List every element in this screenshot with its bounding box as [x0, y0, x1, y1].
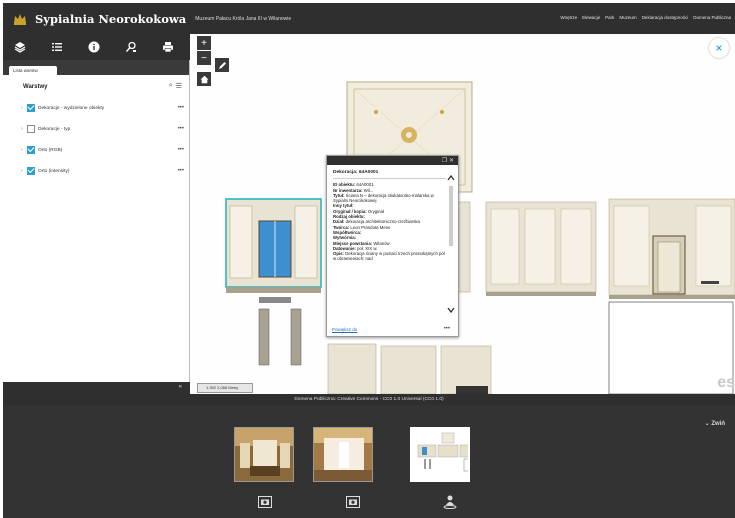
- app-header: Sypialnia Neorokokowa Muzeum Pałacu Król…: [3, 3, 735, 34]
- elevation-plan-image: [417, 432, 468, 472]
- layer-list-panel: Lista warstw Warstwy ⌕ ☰ › Dekoracje - w…: [3, 60, 190, 382]
- layers-icon: [14, 42, 26, 53]
- bottom-gallery-panel: ⌄ Zwiń: [3, 405, 735, 518]
- layers-button[interactable]: [10, 37, 30, 57]
- more-options-icon[interactable]: •••: [178, 168, 184, 174]
- layer-checkbox[interactable]: [27, 146, 35, 154]
- app-subtitle: Muzeum Pałacu Króla Jana III w Wilanowie: [195, 15, 292, 22]
- camera-icon: [346, 496, 360, 508]
- draw-button[interactable]: [215, 58, 229, 72]
- layer-label: Orto (intensity): [38, 168, 70, 174]
- layer-label: Dekoracje - wydzielone obiekty: [38, 105, 105, 111]
- home-button[interactable]: [197, 72, 211, 86]
- nav-link-wnetrze[interactable]: Wnętrze: [560, 15, 577, 20]
- pencil-icon: [218, 61, 226, 69]
- more-options-icon[interactable]: •••: [178, 105, 184, 111]
- print-icon: [163, 42, 173, 53]
- photo-button[interactable]: [258, 495, 272, 508]
- photo-thumbnail[interactable]: [234, 427, 294, 482]
- nav-link-park[interactable]: Park: [605, 15, 614, 20]
- about-button[interactable]: [84, 37, 104, 57]
- home-icon: [200, 75, 208, 83]
- crown-logo-icon: [14, 13, 26, 25]
- nav-link-deklaracja[interactable]: Deklaracja dostępności: [642, 15, 689, 20]
- popup-title: Dekoracja: 64A0001: [333, 170, 446, 180]
- popup-content: Dekoracja: 64A0001 ID obiektu: 64A0001 N…: [327, 165, 458, 327]
- layer-item[interactable]: › Orto (RGB) •••: [21, 145, 186, 155]
- layer-item[interactable]: › Dekoracje - wydzielone obiekty •••: [21, 103, 186, 113]
- layer-label: Dekoracje - typ: [38, 126, 71, 132]
- camera-icon: [258, 496, 272, 508]
- popup-scrollbar[interactable]: [446, 174, 456, 314]
- layer-checkbox[interactable]: [27, 167, 35, 175]
- person-location-icon: [443, 495, 457, 509]
- tab-layer-list[interactable]: Lista warstw: [9, 66, 57, 75]
- zoom-in-button[interactable]: +: [197, 36, 211, 50]
- layer-checkbox[interactable]: [27, 125, 35, 133]
- print-button[interactable]: [158, 37, 178, 57]
- elevation-thumbnail-selected[interactable]: [410, 427, 470, 482]
- filter-icon[interactable]: ☰: [176, 82, 182, 90]
- popup-dock-close-icons[interactable]: ❐ ✕: [442, 157, 454, 164]
- layer-checkbox[interactable]: [27, 104, 35, 112]
- elevation-button[interactable]: [443, 495, 457, 509]
- query-button[interactable]: [121, 37, 141, 57]
- wall-elevation-drawing: [225, 81, 735, 394]
- panel-collapse-bar: «: [3, 382, 190, 394]
- popup-field: Opis: Dekoracja ściany w postaci trzech …: [333, 251, 445, 262]
- legend-button[interactable]: [47, 37, 67, 57]
- scale-bar: 1,392 2,068 Metry: [197, 383, 253, 393]
- more-options-icon[interactable]: •••: [178, 126, 184, 132]
- list-icon: [52, 43, 62, 51]
- popup-header: ❐ ✕: [327, 156, 458, 165]
- layer-item[interactable]: › Dekoracje - typ •••: [21, 124, 186, 134]
- zoom-out-button[interactable]: −: [197, 51, 211, 65]
- layer-label: Orto (RGB): [38, 147, 63, 153]
- zoom-to-link[interactable]: Powiększ do: [332, 327, 357, 332]
- collapse-gallery-button[interactable]: ⌄ Zwiń: [705, 420, 725, 427]
- close-button[interactable]: ×: [709, 38, 729, 58]
- more-options-icon[interactable]: •••: [178, 147, 184, 153]
- collapse-panel-button[interactable]: «: [179, 384, 182, 390]
- map-view[interactable]: + − × 1,392 2,068 Metry es: [191, 34, 735, 394]
- nav-link-muzeum[interactable]: Muzeum: [619, 15, 636, 20]
- room-photo: [314, 428, 372, 481]
- popup-field: Tytuł: Ściana N – dekoracja stiukatorsko…: [333, 192, 434, 204]
- popup-more-icon[interactable]: •••: [444, 326, 450, 332]
- photo-button[interactable]: [346, 495, 360, 508]
- panel-tools: ⌕ ☰: [169, 82, 182, 90]
- room-photo: [235, 428, 293, 481]
- nav-link-domena[interactable]: Domena Publiczna: [693, 15, 731, 20]
- nav-link-elewacje[interactable]: Elewacje: [582, 15, 600, 20]
- widget-toolbar: [3, 34, 190, 60]
- top-nav: Wnętrze Elewacje Park Muzeum Deklaracja …: [560, 15, 731, 20]
- info-icon: [88, 41, 100, 53]
- feature-popup: ❐ ✕ Dekoracja: 64A0001 ID obiektu: 64A00…: [326, 155, 459, 337]
- attribution-bar: Domena Publiczna: Creative Commons - CC0…: [3, 394, 735, 405]
- app-title: Sypialnia Neorokokowa: [35, 11, 187, 26]
- esri-watermark: es: [717, 374, 735, 391]
- panel-title: Warstwy: [23, 84, 48, 90]
- layer-item[interactable]: › Orto (intensity) •••: [21, 166, 186, 176]
- query-icon: [125, 41, 136, 52]
- search-icon[interactable]: ⌕: [169, 82, 173, 90]
- photo-thumbnail[interactable]: [313, 427, 373, 482]
- panel-tab-strip: Lista warstw: [3, 60, 189, 75]
